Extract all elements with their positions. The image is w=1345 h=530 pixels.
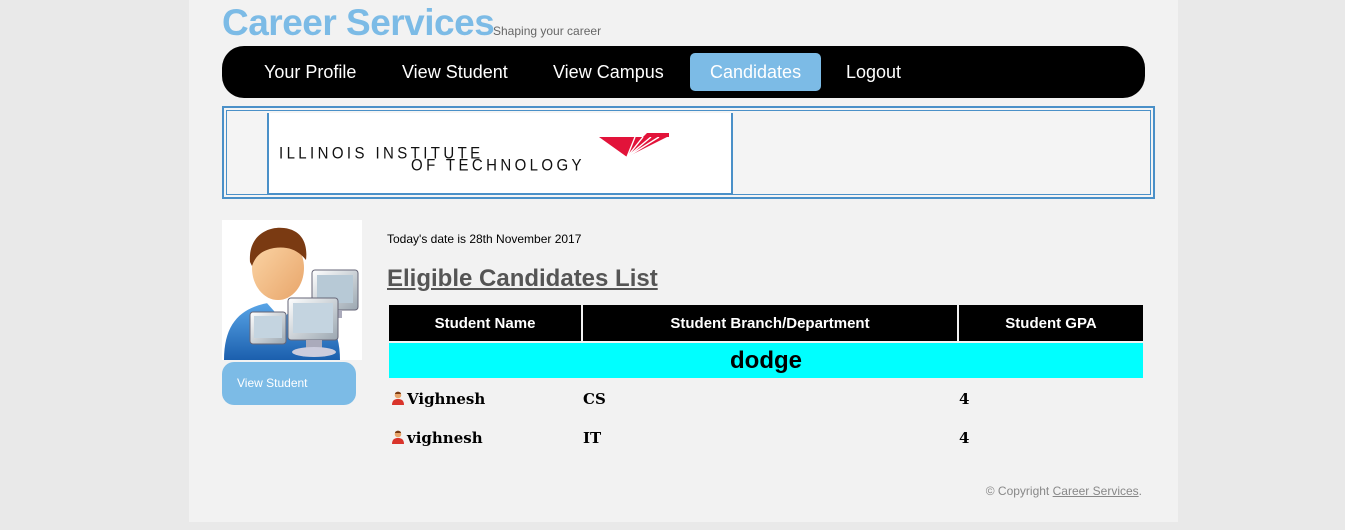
student-gpa: 4 bbox=[959, 428, 970, 447]
nav-candidates[interactable]: Candidates bbox=[690, 53, 822, 91]
group-label: dodge bbox=[389, 343, 1143, 378]
group-row: dodge bbox=[389, 343, 1143, 378]
student-name-cell: Vighnesh bbox=[389, 380, 581, 417]
col-student-branch: Student Branch/Department bbox=[583, 305, 957, 341]
student-icon bbox=[392, 430, 404, 444]
main-nav: Your Profile View Student View Campus Ca… bbox=[222, 46, 1145, 98]
candidates-table: Student Name Student Branch/Department S… bbox=[387, 303, 1145, 458]
student-branch: IT bbox=[583, 428, 602, 447]
nav-view-campus[interactable]: View Campus bbox=[533, 53, 684, 91]
iit-logo-mark-icon bbox=[599, 133, 669, 158]
nav-logout[interactable]: Logout bbox=[826, 53, 921, 91]
footer-link[interactable]: Career Services bbox=[1053, 484, 1139, 498]
site-tagline: Shaping your career bbox=[493, 24, 602, 38]
site-title: Career Services bbox=[222, 2, 495, 43]
nav-your-profile[interactable]: Your Profile bbox=[244, 53, 376, 91]
footer-copyright: © Copyright Career Services. bbox=[986, 484, 1142, 498]
student-name-cell: vighnesh bbox=[389, 419, 581, 456]
date-text: Today's date is 28th November 2017 bbox=[387, 232, 582, 246]
col-student-name: Student Name bbox=[389, 305, 581, 341]
user-computers-icon bbox=[222, 220, 362, 360]
page-title: Eligible Candidates List bbox=[387, 265, 658, 292]
table-row: Vighnesh CS 4 bbox=[389, 380, 1143, 417]
logo-text-line2: OF TECHNOLOGY bbox=[411, 156, 585, 175]
student-icon bbox=[392, 391, 404, 405]
student-branch: CS bbox=[583, 389, 606, 408]
avatar-illustration bbox=[224, 227, 359, 360]
student-gpa: 4 bbox=[959, 389, 970, 408]
table-row: vighnesh IT 4 bbox=[389, 419, 1143, 456]
student-name: vighnesh bbox=[407, 428, 483, 447]
banner: ILLINOIS INSTITUTE OF TECHNOLOGY bbox=[222, 106, 1155, 199]
copyright-prefix: © Copyright bbox=[985, 484, 1050, 498]
col-student-gpa: Student GPA bbox=[959, 305, 1143, 341]
nav-view-student[interactable]: View Student bbox=[382, 53, 528, 91]
iit-logo: ILLINOIS INSTITUTE OF TECHNOLOGY bbox=[267, 113, 733, 195]
banner-frame: ILLINOIS INSTITUTE OF TECHNOLOGY bbox=[226, 110, 1151, 195]
table-header-row: Student Name Student Branch/Department S… bbox=[389, 305, 1143, 341]
student-name: Vighnesh bbox=[407, 389, 486, 408]
copyright-suffix: . bbox=[1138, 484, 1142, 498]
view-student-button[interactable]: View Student bbox=[222, 362, 356, 405]
